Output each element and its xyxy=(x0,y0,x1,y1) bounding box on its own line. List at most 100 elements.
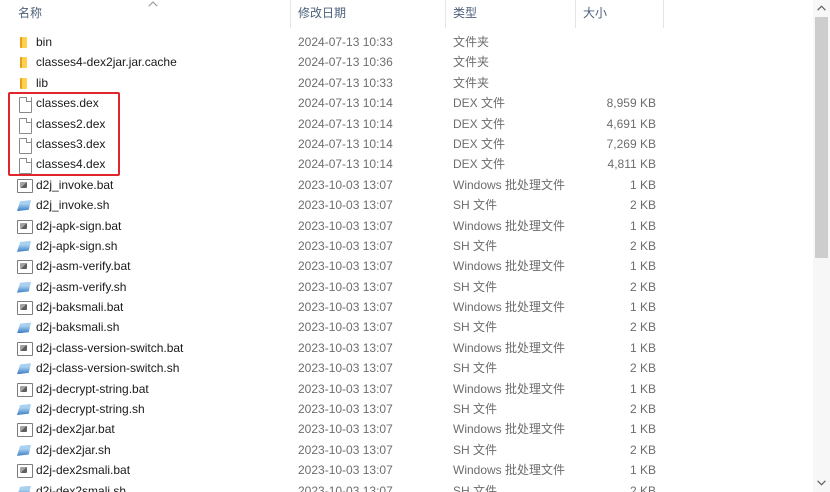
file-name[interactable]: d2j-class-version-switch.bat xyxy=(36,338,286,358)
list-item[interactable]: d2j-asm-verify.bat 2023-10-03 13:07 Wind… xyxy=(0,256,813,276)
file-type: Windows 批处理文件 xyxy=(453,463,566,478)
file-date-modified: 2023-10-03 13:07 xyxy=(298,279,393,294)
list-item[interactable]: lib 2024-07-13 10:33 文件夹 xyxy=(0,73,813,93)
column-header-name[interactable]: 名称 xyxy=(0,0,290,27)
file-name[interactable]: classes4-dex2jar.jar.cache xyxy=(36,52,286,72)
list-item[interactable]: d2j-class-version-switch.sh 2023-10-03 1… xyxy=(0,358,813,378)
shell-script-icon xyxy=(16,483,32,492)
file-name[interactable]: d2j-dex2jar.sh xyxy=(36,440,286,460)
file-date-modified: 2023-10-03 13:07 xyxy=(298,238,393,253)
file-name[interactable]: d2j-asm-verify.bat xyxy=(36,256,286,276)
scrollbar-thumb[interactable] xyxy=(815,17,828,258)
file-name[interactable]: d2j-baksmali.bat xyxy=(36,297,286,317)
list-item[interactable]: d2j-dex2jar.sh 2023-10-03 13:07 SH 文件 2 … xyxy=(0,440,813,460)
list-item[interactable]: d2j-dex2jar.bat 2023-10-03 13:07 Windows… xyxy=(0,419,813,439)
file-name[interactable]: classes4.dex xyxy=(36,154,286,174)
file-name[interactable]: d2j_invoke.sh xyxy=(36,195,286,215)
column-header-row: 名称 修改日期 类型 大小 xyxy=(0,0,813,30)
file-name[interactable]: d2j-decrypt-string.sh xyxy=(36,399,286,419)
list-item[interactable]: d2j-asm-verify.sh 2023-10-03 13:07 SH 文件… xyxy=(0,277,813,297)
file-type: 文件夹 xyxy=(453,35,490,49)
file-name[interactable]: d2j-dex2jar.bat xyxy=(36,419,286,439)
shell-script-icon xyxy=(16,279,32,295)
file-size: 2 KB xyxy=(629,402,656,417)
file-size: 2 KB xyxy=(629,238,656,253)
file-size: 1 KB xyxy=(629,381,656,396)
chevron-up-icon xyxy=(817,5,826,11)
folder-icon xyxy=(16,75,32,91)
file-type: SH 文件 xyxy=(453,198,498,213)
scroll-down-button[interactable] xyxy=(813,475,830,492)
file-name[interactable]: classes3.dex xyxy=(36,134,286,154)
file-name[interactable]: d2j-asm-verify.sh xyxy=(36,277,286,297)
file-list[interactable]: bin 2024-07-13 10:33 文件夹 classes4-dex2ja… xyxy=(0,32,813,492)
list-item[interactable]: d2j-class-version-switch.bat 2023-10-03 … xyxy=(0,338,813,358)
shell-script-icon xyxy=(16,197,32,213)
file-size: 2 KB xyxy=(629,442,656,457)
list-item[interactable]: d2j-dex2smali.bat 2023-10-03 13:07 Windo… xyxy=(0,460,813,480)
list-item[interactable]: d2j_invoke.sh 2023-10-03 13:07 SH 文件 2 K… xyxy=(0,195,813,215)
batch-file-icon xyxy=(16,421,33,438)
file-name[interactable]: d2j-dex2smali.bat xyxy=(36,460,286,480)
file-size: 2 KB xyxy=(629,320,656,335)
file-date-modified: 2023-10-03 13:07 xyxy=(298,340,393,355)
file-size: 2 KB xyxy=(629,361,656,376)
chevron-up-icon xyxy=(148,1,158,7)
file-name[interactable]: bin xyxy=(36,32,286,52)
batch-file-icon xyxy=(16,381,33,397)
list-item[interactable]: classes4-dex2jar.jar.cache 2024-07-13 10… xyxy=(0,52,813,72)
list-item[interactable]: classes3.dex 2024-07-13 10:14 DEX 文件 7,2… xyxy=(0,134,813,154)
file-name[interactable]: d2j-apk-sign.sh xyxy=(36,236,286,256)
list-item[interactable]: d2j-decrypt-string.bat 2023-10-03 13:07 … xyxy=(0,379,813,399)
shell-script-icon xyxy=(16,401,32,417)
list-item[interactable]: d2j-apk-sign.bat 2023-10-03 13:07 Window… xyxy=(0,216,813,236)
file-size: 7,269 KB xyxy=(606,136,656,151)
list-item[interactable]: d2j-apk-sign.sh 2023-10-03 13:07 SH 文件 2… xyxy=(0,236,813,256)
list-item[interactable]: d2j-decrypt-string.sh 2023-10-03 13:07 S… xyxy=(0,399,813,419)
file-name[interactable]: classes2.dex xyxy=(36,114,286,134)
list-item[interactable]: d2j_invoke.bat 2023-10-03 13:07 Windows … xyxy=(0,175,813,195)
file-size: 2 KB xyxy=(629,483,656,492)
file-date-modified: 2023-10-03 13:07 xyxy=(298,402,393,417)
list-item[interactable]: classes4.dex 2024-07-13 10:14 DEX 文件 4,8… xyxy=(0,154,813,175)
chevron-down-icon xyxy=(817,480,826,486)
file-size: 1 KB xyxy=(629,259,656,274)
scroll-up-button[interactable] xyxy=(813,0,830,17)
file-icon xyxy=(16,136,32,154)
file-date-modified: 2023-10-03 13:07 xyxy=(298,320,393,335)
file-type: SH 文件 xyxy=(453,402,498,417)
column-resize-handle[interactable] xyxy=(663,0,664,28)
file-type: Windows 批处理文件 xyxy=(453,259,566,274)
file-date-modified: 2023-10-03 13:07 xyxy=(298,198,393,213)
file-date-modified: 2023-10-03 13:07 xyxy=(298,259,393,274)
file-name[interactable]: d2j-baksmali.sh xyxy=(36,317,286,337)
file-name[interactable]: d2j-class-version-switch.sh xyxy=(36,358,286,378)
list-item[interactable]: classes.dex 2024-07-13 10:14 DEX 文件 8,95… xyxy=(0,93,813,114)
list-item[interactable]: d2j-baksmali.bat 2023-10-03 13:07 Window… xyxy=(0,297,813,317)
file-name[interactable]: d2j-decrypt-string.bat xyxy=(36,379,286,399)
list-item[interactable]: d2j-dex2smali.sh 2023-10-03 13:07 SH 文件 … xyxy=(0,481,813,492)
list-item[interactable]: d2j-baksmali.sh 2023-10-03 13:07 SH 文件 2… xyxy=(0,317,813,337)
batch-file-icon xyxy=(16,340,33,356)
column-header-size[interactable]: 大小 xyxy=(576,0,663,27)
file-name[interactable]: d2j-dex2smali.sh xyxy=(36,481,286,492)
file-name[interactable]: lib xyxy=(36,73,286,93)
file-date-modified: 2024-07-13 10:33 xyxy=(298,35,393,49)
file-date-modified: 2024-07-13 10:33 xyxy=(298,75,393,90)
column-header-type[interactable]: 类型 xyxy=(446,0,575,27)
file-size: 1 KB xyxy=(629,340,656,355)
vertical-scrollbar[interactable] xyxy=(813,0,830,492)
list-item[interactable]: classes2.dex 2024-07-13 10:14 DEX 文件 4,6… xyxy=(0,114,813,134)
file-size: 2 KB xyxy=(629,279,656,294)
file-date-modified: 2024-07-13 10:14 xyxy=(298,116,393,131)
file-name[interactable]: d2j-apk-sign.bat xyxy=(36,216,286,236)
list-item[interactable]: bin 2024-07-13 10:33 文件夹 xyxy=(0,32,813,52)
file-name[interactable]: d2j_invoke.bat xyxy=(36,175,286,195)
column-header-date-modified[interactable]: 修改日期 xyxy=(291,0,445,27)
file-type: SH 文件 xyxy=(453,238,498,253)
file-date-modified: 2023-10-03 13:07 xyxy=(298,442,393,457)
file-type: Windows 批处理文件 xyxy=(453,177,566,192)
file-name[interactable]: classes.dex xyxy=(36,93,286,113)
file-type: SH 文件 xyxy=(453,483,498,492)
file-size: 4,691 KB xyxy=(606,116,656,131)
